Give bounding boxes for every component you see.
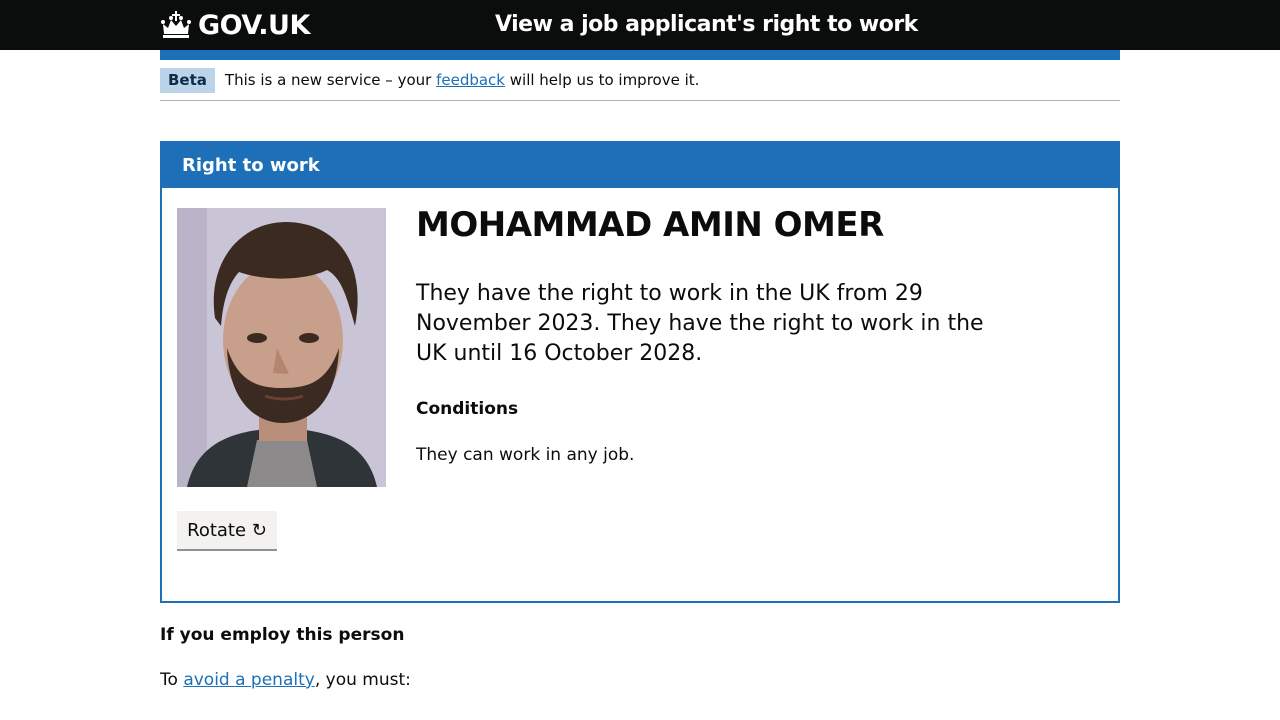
- rotate-button[interactable]: Rotate ↻: [177, 511, 277, 549]
- right-to-work-card: Right to work Rotate ↻ MOHAMMAD AMIN OME…: [160, 141, 1120, 603]
- conditions-heading: Conditions: [416, 399, 519, 419]
- phase-text-before: This is a new service – your: [224, 71, 437, 89]
- crown-icon: [161, 11, 191, 38]
- card-title: Right to work: [162, 143, 1118, 188]
- govuk-header: GOV.UK View a job applicant's right to w…: [0, 0, 1280, 50]
- employ-text-after: , you must:: [314, 670, 411, 690]
- employ-instructions: To avoid a penalty, you must:: [160, 670, 411, 690]
- applicant-photo: [177, 208, 386, 487]
- right-to-work-status: They have the right to work in the UK fr…: [416, 281, 984, 366]
- portrait-image: [177, 208, 386, 487]
- header-underline: [160, 50, 1120, 60]
- service-name: View a job applicant's right to work: [495, 12, 918, 37]
- conditions-text: They can work in any job.: [416, 445, 635, 465]
- phase-banner-text: This is a new service – your feedback wi…: [225, 71, 700, 89]
- govuk-logo-link[interactable]: GOV.UK: [160, 5, 310, 45]
- phase-banner: Beta This is a new service – your feedba…: [160, 60, 1120, 101]
- feedback-link[interactable]: feedback: [436, 71, 505, 89]
- employ-text-before: To: [160, 670, 184, 690]
- beta-tag: Beta: [160, 67, 215, 93]
- employ-heading: If you employ this person: [160, 625, 405, 645]
- phase-text-after: will help us to improve it.: [504, 71, 700, 89]
- avoid-penalty-link[interactable]: avoid a penalty: [183, 670, 315, 690]
- logo-text: GOV.UK: [198, 9, 310, 41]
- person-name: MOHAMMAD AMIN OMER: [416, 205, 884, 245]
